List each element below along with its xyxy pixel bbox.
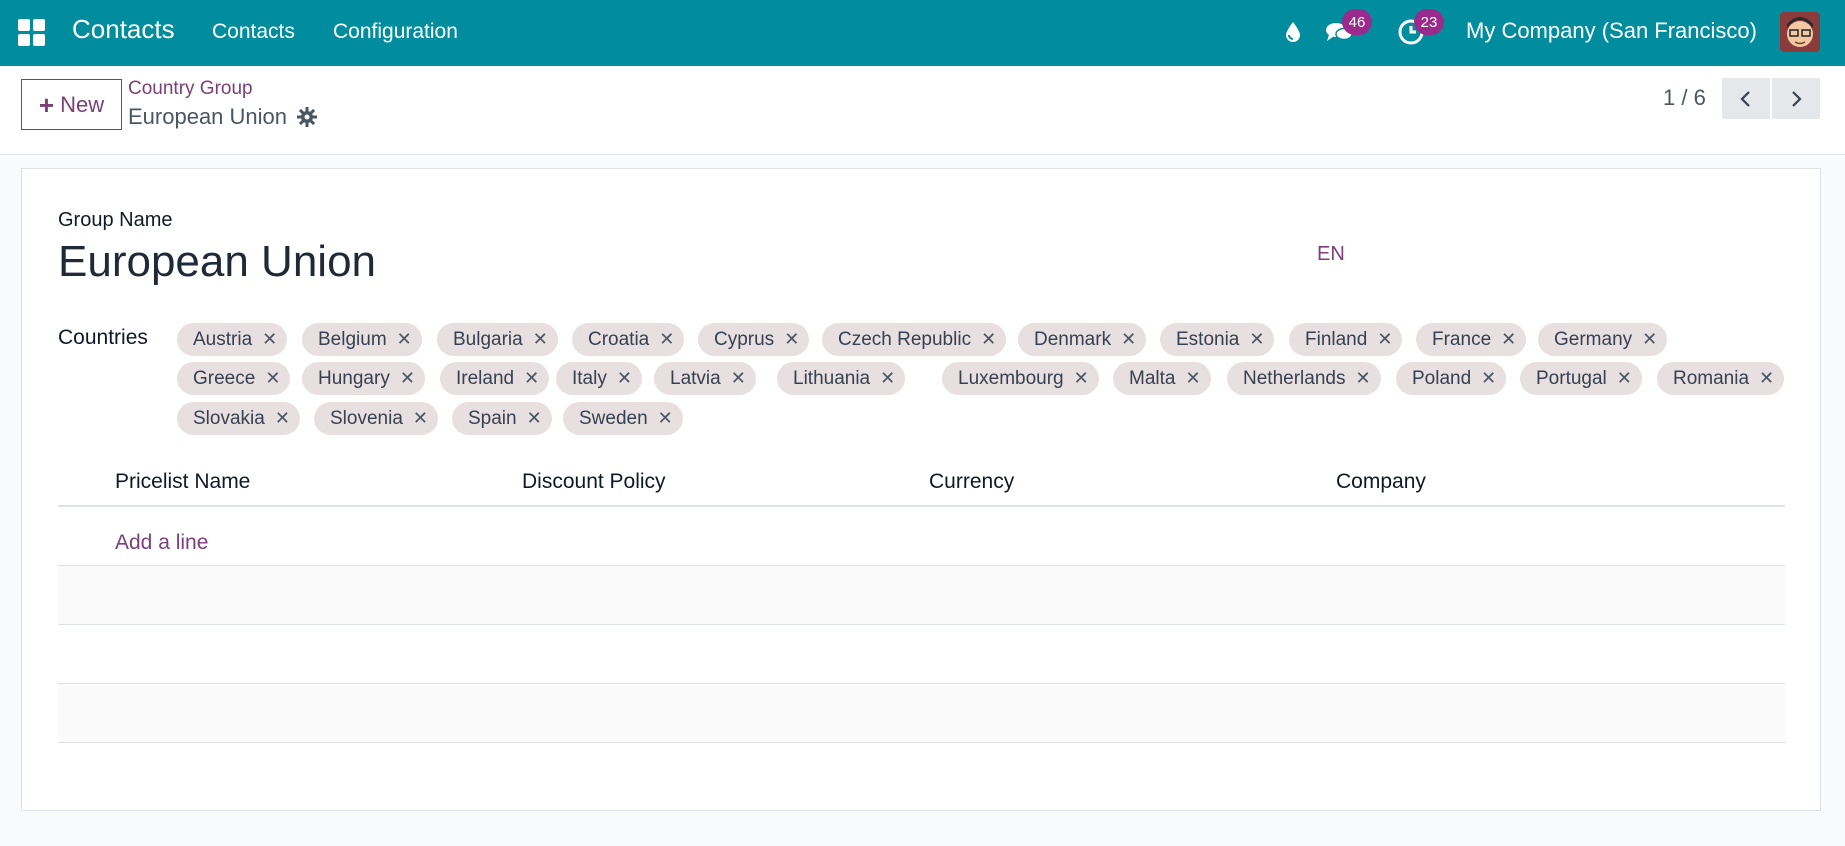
gear-icon[interactable]: [296, 106, 318, 128]
new-button[interactable]: + New: [21, 79, 122, 130]
remove-tag-icon[interactable]: ✕: [658, 408, 673, 429]
plus-icon: +: [38, 89, 55, 120]
remove-tag-icon[interactable]: ✕: [1074, 368, 1089, 389]
country-tag: Denmark ✕: [1018, 323, 1147, 356]
remove-tag-icon[interactable]: ✕: [1642, 329, 1657, 350]
activities-clock-icon[interactable]: 23: [1396, 9, 1444, 47]
table-row: [58, 566, 1785, 625]
country-tag: Poland ✕: [1396, 362, 1507, 395]
nav-link-configuration[interactable]: Configuration: [333, 20, 458, 44]
pager-value[interactable]: 1 / 6: [1663, 85, 1706, 111]
table-row: [58, 625, 1785, 684]
remove-tag-icon[interactable]: ✕: [1617, 368, 1632, 389]
company-switcher[interactable]: My Company (San Francisco): [1466, 18, 1757, 44]
form-sheet: Group Name European Union EN Countries A…: [21, 168, 1821, 811]
remove-tag-icon[interactable]: ✕: [784, 329, 799, 350]
remove-tag-icon[interactable]: ✕: [413, 408, 428, 429]
country-tag: Hungary ✕: [302, 362, 425, 395]
remove-tag-icon[interactable]: ✕: [533, 329, 548, 350]
remove-tag-icon[interactable]: ✕: [731, 368, 746, 389]
drop-icon[interactable]: [1278, 17, 1308, 47]
pager-next-button[interactable]: [1772, 78, 1820, 119]
remove-tag-icon[interactable]: ✕: [524, 368, 539, 389]
column-header-discount-policy[interactable]: Discount Policy: [522, 459, 666, 505]
messages-badge: 46: [1342, 9, 1372, 35]
table-row: [58, 684, 1785, 743]
remove-tag-icon[interactable]: ✕: [880, 368, 895, 389]
country-tag: Lithuania ✕: [777, 362, 906, 395]
pager-previous-button[interactable]: [1722, 78, 1770, 119]
remove-tag-icon[interactable]: ✕: [1249, 329, 1264, 350]
remove-tag-icon[interactable]: ✕: [1759, 368, 1774, 389]
country-tag: Cyprus ✕: [698, 323, 810, 356]
country-tag: Finland ✕: [1289, 323, 1403, 356]
activities-badge: 23: [1414, 9, 1444, 35]
user-avatar[interactable]: [1780, 12, 1820, 52]
country-tag: Romania ✕: [1657, 362, 1785, 395]
remove-tag-icon[interactable]: ✕: [981, 329, 996, 350]
table-row: [58, 507, 1785, 566]
country-tag: Slovakia ✕: [177, 402, 300, 435]
control-panel: + New Country Group European Union 1 / 6: [0, 66, 1845, 155]
messages-icon[interactable]: 46: [1324, 9, 1372, 47]
nav-link-contacts[interactable]: Contacts: [212, 20, 295, 44]
country-tag: Sweden ✕: [563, 402, 683, 435]
remove-tag-icon[interactable]: ✕: [397, 329, 412, 350]
country-tag: Luxembourg ✕: [942, 362, 1099, 395]
column-header-currency[interactable]: Currency: [929, 459, 1014, 505]
country-tag: Italy ✕: [556, 362, 642, 395]
country-tag: Belgium ✕: [302, 323, 422, 356]
remove-tag-icon[interactable]: ✕: [262, 329, 277, 350]
remove-tag-icon[interactable]: ✕: [265, 368, 280, 389]
app-brand[interactable]: Contacts: [72, 14, 175, 45]
remove-tag-icon[interactable]: ✕: [1501, 329, 1516, 350]
remove-tag-icon[interactable]: ✕: [527, 408, 542, 429]
country-tag: Bulgaria ✕: [437, 323, 558, 356]
country-tag: Spain ✕: [452, 402, 552, 435]
remove-tag-icon[interactable]: ✕: [1355, 368, 1370, 389]
column-header-pricelist-name[interactable]: Pricelist Name: [115, 459, 250, 505]
add-line-link[interactable]: Add a line: [115, 531, 208, 555]
group-name-field[interactable]: European Union: [58, 237, 376, 287]
country-tag: Croatia ✕: [572, 323, 685, 356]
country-tag: Latvia ✕: [654, 362, 756, 395]
country-tag: Slovenia ✕: [314, 402, 438, 435]
breadcrumb-current: European Union: [128, 104, 288, 129]
breadcrumb-parent[interactable]: Country Group: [128, 78, 253, 100]
remove-tag-icon[interactable]: ✕: [1377, 329, 1392, 350]
pricelist-table-header: Pricelist Name Discount Policy Currency …: [58, 459, 1785, 507]
country-tag: France ✕: [1416, 323, 1527, 356]
language-button[interactable]: EN: [1317, 243, 1345, 266]
remove-tag-icon[interactable]: ✕: [275, 408, 290, 429]
country-tag: Estonia ✕: [1160, 323, 1275, 356]
remove-tag-icon[interactable]: ✕: [1185, 368, 1200, 389]
country-tag: Czech Republic ✕: [822, 323, 1007, 356]
group-name-label: Group Name: [58, 209, 173, 231]
remove-tag-icon[interactable]: ✕: [1121, 329, 1136, 350]
country-tag: Malta ✕: [1113, 362, 1211, 395]
country-tag: Netherlands ✕: [1227, 362, 1381, 395]
country-tag: Ireland ✕: [440, 362, 550, 395]
country-tag: Portugal ✕: [1520, 362, 1642, 395]
country-tag: Austria ✕: [177, 323, 288, 356]
apps-menu-icon[interactable]: [18, 19, 45, 46]
top-navbar: Contacts Contacts Configuration 46 23 My…: [0, 0, 1845, 66]
remove-tag-icon[interactable]: ✕: [1481, 368, 1496, 389]
country-tag: Germany ✕: [1538, 323, 1668, 356]
remove-tag-icon[interactable]: ✕: [617, 368, 632, 389]
remove-tag-icon[interactable]: ✕: [400, 368, 415, 389]
new-button-label: New: [60, 91, 105, 117]
chevron-right-icon: [1792, 90, 1802, 107]
country-tag: Greece ✕: [177, 362, 291, 395]
remove-tag-icon[interactable]: ✕: [659, 329, 674, 350]
column-header-company[interactable]: Company: [1336, 459, 1426, 505]
countries-label: Countries: [58, 326, 148, 349]
chevron-left-icon: [1740, 90, 1750, 107]
